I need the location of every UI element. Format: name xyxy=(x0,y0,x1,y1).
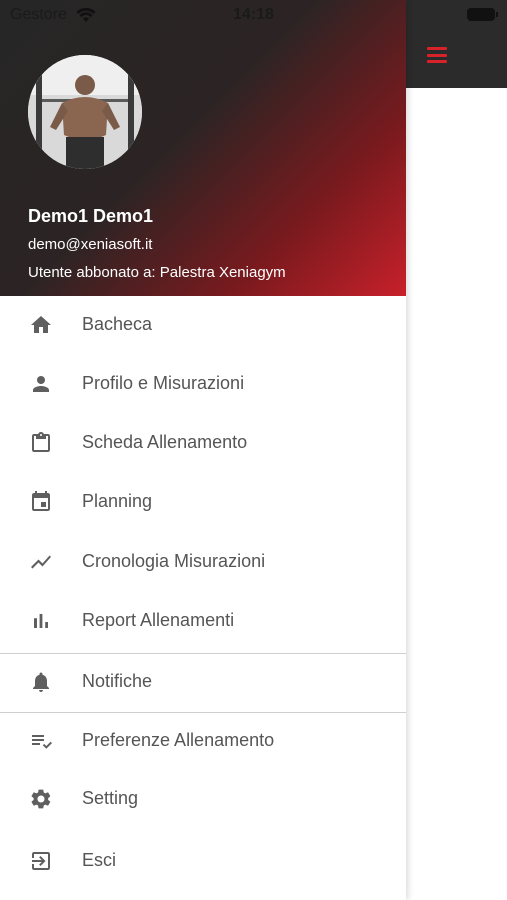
user-email: demo@xeniasoft.it xyxy=(28,236,153,253)
hamburger-icon[interactable] xyxy=(427,47,447,63)
menu-item-label: Report Allenamenti xyxy=(82,610,235,630)
menu-item-label: Bacheca xyxy=(82,314,153,334)
person-icon xyxy=(29,372,53,396)
menu-item-label: Profilo e Misurazioni xyxy=(82,373,245,393)
menu-item-label: Notifiche xyxy=(82,671,153,691)
menu-item-scheda[interactable]: Scheda Allenamento xyxy=(0,416,406,470)
menu-item-label: Setting xyxy=(82,788,139,808)
menu-item-label: Cronologia Misurazioni xyxy=(82,551,266,571)
divider xyxy=(0,712,406,713)
menu-item-label: Scheda Allenamento xyxy=(82,432,248,452)
menu-item-esci[interactable]: Esci xyxy=(0,834,406,888)
menu-item-notifiche[interactable]: Notifiche xyxy=(0,655,406,709)
menu-item-cronologia[interactable]: Cronologia Misurazioni xyxy=(0,535,406,589)
battery-icon xyxy=(467,8,498,21)
clipboard-icon xyxy=(29,431,53,455)
menu-item-bacheca[interactable]: Bacheca xyxy=(0,298,406,352)
menu-item-label: Preferenze Allenamento xyxy=(82,730,275,750)
home-icon xyxy=(29,313,53,337)
menu-item-profilo[interactable]: Profilo e Misurazioni xyxy=(0,357,406,411)
calendar-icon xyxy=(29,490,53,514)
menu-item-preferenze[interactable]: Preferenze Allenamento xyxy=(0,714,406,768)
status-time: 14:18 xyxy=(233,6,274,23)
playlist-check-icon xyxy=(29,729,53,753)
bell-icon xyxy=(29,670,53,694)
trending-icon xyxy=(29,550,53,574)
menu-item-planning[interactable]: Planning xyxy=(0,475,406,529)
gear-icon xyxy=(29,787,53,811)
avatar xyxy=(28,55,142,169)
subscription-info: Utente abbonato a: Palestra Xeniagym xyxy=(28,264,286,281)
logout-icon xyxy=(29,849,53,873)
drawer-header: Demo1 Demo1 demo@xeniasoft.it Utente abb… xyxy=(0,0,406,296)
menu-item-setting[interactable]: Setting xyxy=(0,772,406,826)
divider xyxy=(0,653,406,654)
bar-chart-icon xyxy=(29,609,53,633)
status-bar: Gestore 14:18 xyxy=(0,0,507,30)
menu-item-label: Esci xyxy=(82,850,117,870)
navigation-drawer: Demo1 Demo1 demo@xeniasoft.it Utente abb… xyxy=(0,0,406,900)
user-name: Demo1 Demo1 xyxy=(28,206,154,226)
menu-item-label: Planning xyxy=(82,491,153,511)
menu-item-report[interactable]: Report Allenamenti xyxy=(0,594,406,648)
